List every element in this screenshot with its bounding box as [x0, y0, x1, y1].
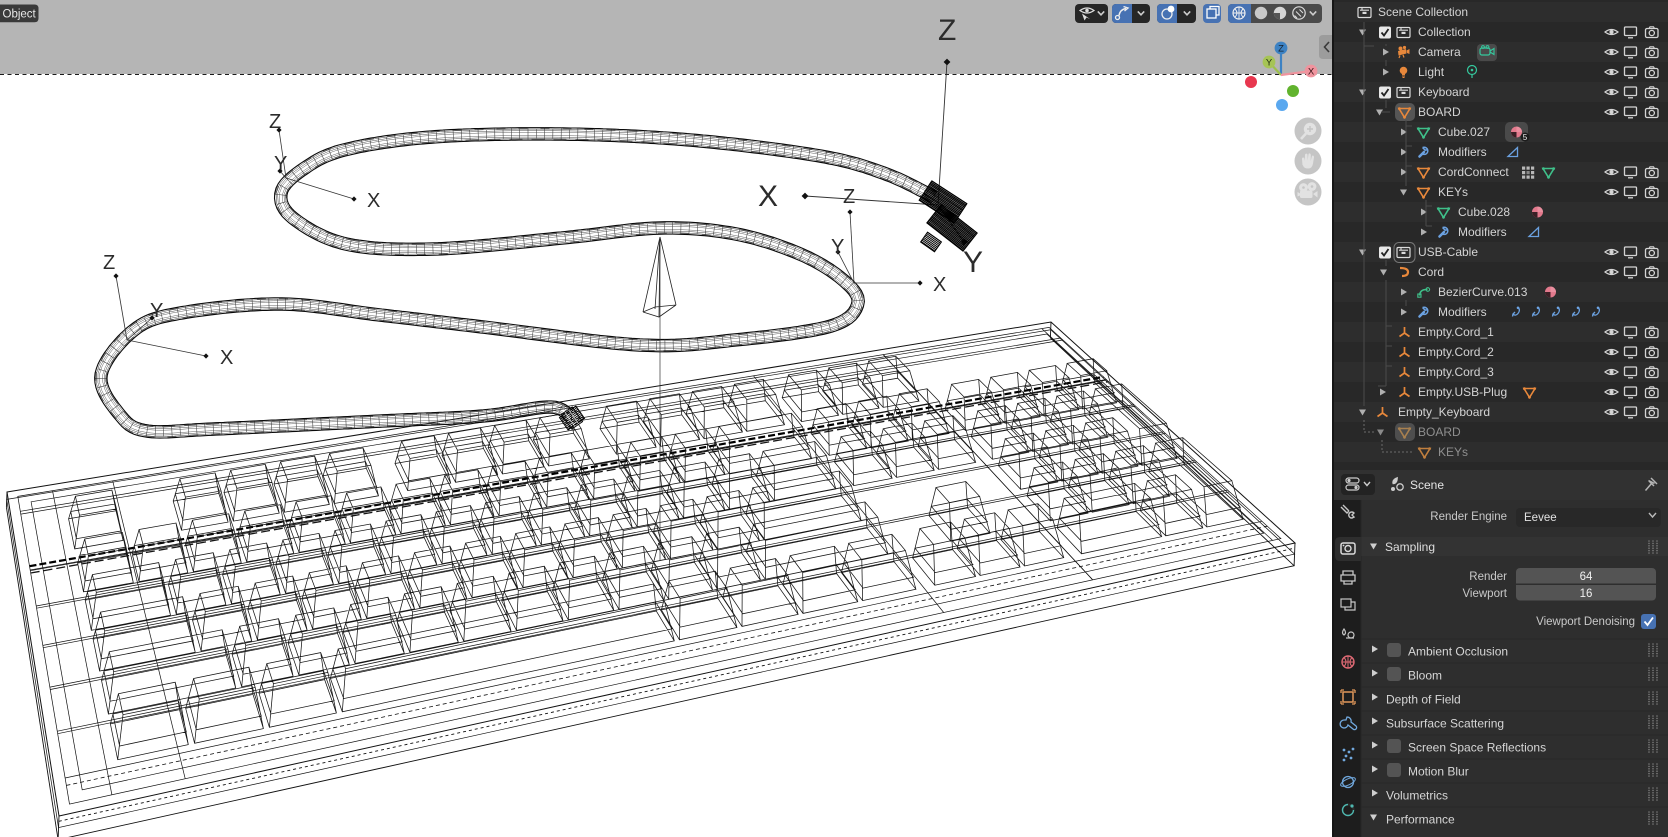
svg-text:Camera: Camera — [1418, 45, 1461, 59]
svg-text:Collection: Collection — [1418, 25, 1471, 39]
svg-text:Z: Z — [1278, 44, 1284, 55]
svg-text:Z: Z — [938, 14, 956, 47]
svg-text:Z: Z — [103, 252, 115, 274]
svg-text:Depth of Field: Depth of Field — [1386, 693, 1461, 707]
svg-text:Render Engine: Render Engine — [1430, 511, 1507, 523]
svg-text:Eevee: Eevee — [1524, 512, 1557, 524]
svg-text:Volumetrics: Volumetrics — [1386, 789, 1448, 803]
svg-text:Light: Light — [1418, 65, 1445, 79]
svg-text:Scene: Scene — [1410, 478, 1444, 492]
svg-text:Cube.028: Cube.028 — [1458, 205, 1510, 219]
svg-text:Y: Y — [274, 153, 287, 175]
svg-text:Empty.USB-Plug: Empty.USB-Plug — [1418, 385, 1507, 399]
svg-text:Viewport Denoising: Viewport Denoising — [1536, 616, 1635, 628]
svg-text:X: X — [367, 190, 380, 212]
svg-text:X: X — [220, 347, 233, 369]
svg-text:CordConnect: CordConnect — [1438, 165, 1509, 179]
svg-text:Z: Z — [269, 111, 281, 133]
svg-text:Performance: Performance — [1386, 813, 1455, 827]
svg-text:Y: Y — [1266, 58, 1273, 69]
svg-text:BezierCurve.013: BezierCurve.013 — [1438, 285, 1528, 299]
svg-text:Sampling: Sampling — [1385, 540, 1435, 554]
svg-text:Modifiers: Modifiers — [1438, 145, 1487, 159]
svg-text:5: 5 — [1523, 133, 1528, 142]
svg-text:Motion Blur: Motion Blur — [1408, 765, 1469, 779]
svg-text:Empty.Cord_1: Empty.Cord_1 — [1418, 325, 1494, 339]
svg-text:16: 16 — [1580, 588, 1593, 600]
svg-text:Y: Y — [150, 300, 163, 322]
svg-text:X: X — [1308, 67, 1315, 78]
svg-text:Empty_Keyboard: Empty_Keyboard — [1398, 405, 1490, 419]
svg-text:USB-Cable: USB-Cable — [1418, 245, 1478, 259]
svg-text:KEYs: KEYs — [1438, 445, 1468, 459]
svg-text:Object: Object — [3, 9, 37, 21]
svg-text:X: X — [758, 180, 778, 213]
svg-text:Screen Space Reflections: Screen Space Reflections — [1408, 741, 1546, 755]
svg-text:BOARD: BOARD — [1418, 105, 1461, 119]
svg-text:Modifiers: Modifiers — [1458, 225, 1507, 239]
svg-text:Ambient Occlusion: Ambient Occlusion — [1408, 645, 1508, 659]
svg-text:X: X — [933, 274, 946, 296]
svg-text:Render: Render — [1469, 571, 1507, 583]
svg-text:Y: Y — [831, 236, 844, 258]
svg-text:Empty.Cord_2: Empty.Cord_2 — [1418, 345, 1494, 359]
svg-text:Subsurface Scattering: Subsurface Scattering — [1386, 717, 1504, 731]
svg-text:Z: Z — [843, 186, 855, 208]
svg-text:Cube.027: Cube.027 — [1438, 125, 1490, 139]
svg-text:Empty.Cord_3: Empty.Cord_3 — [1418, 365, 1494, 379]
svg-text:Keyboard: Keyboard — [1418, 85, 1469, 99]
svg-text:Cord: Cord — [1418, 265, 1444, 279]
svg-text:Y: Y — [963, 246, 983, 279]
svg-text:Modifiers: Modifiers — [1438, 305, 1487, 319]
svg-text:Scene Collection: Scene Collection — [1378, 5, 1468, 19]
svg-text:Viewport: Viewport — [1462, 588, 1507, 600]
svg-text:64: 64 — [1580, 571, 1593, 583]
svg-text:Bloom: Bloom — [1408, 669, 1442, 683]
svg-text:KEYs: KEYs — [1438, 185, 1468, 199]
svg-text:BOARD: BOARD — [1418, 425, 1461, 439]
